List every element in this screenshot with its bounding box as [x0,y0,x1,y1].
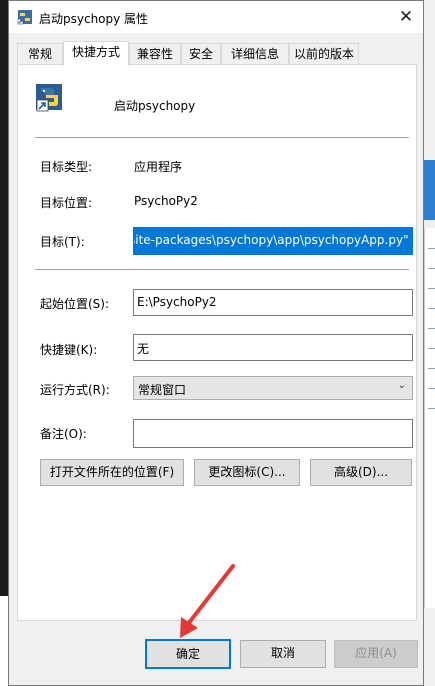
python-icon [36,84,62,112]
background-window-left [0,596,8,686]
comment-label: 备注(O): [40,427,87,441]
title-bar: 启动psychopy 属性 ✕ [9,1,423,33]
hotkey-label: 快捷键(K): [40,343,98,357]
close-icon: ✕ [398,7,414,27]
background-document-edge [424,228,435,608]
cancel-button[interactable]: 取消 [240,640,326,668]
run-label: 运行方式(R): [40,383,110,397]
open-file-location-button[interactable]: 打开文件所在的位置(F) [40,459,184,486]
shortcut-name: 启动psychopy [114,99,196,113]
ok-button[interactable]: 确定 [145,639,231,669]
comment-input[interactable] [133,419,413,448]
tab-previous-versions[interactable]: 以前的版本 [289,43,359,65]
target-type-value: 应用程序 [134,160,183,174]
target-label: 目标(T): [40,235,85,249]
tab-security[interactable]: 安全 [181,43,221,65]
separator [35,269,409,270]
target-location-label: 目标位置: [40,196,93,210]
change-icon-button[interactable]: 更改图标(C)... [194,459,300,486]
shortcut-app-icon [17,10,32,25]
target-input[interactable]: site-packages\psychopy\app\psychopyApp.p… [133,227,413,255]
chevron-down-icon: ⌄ [397,380,406,391]
run-mode-select[interactable]: 常规窗口 ⌄ [133,376,413,400]
tab-compatibility[interactable]: 兼容性 [129,43,181,65]
tab-details[interactable]: 详细信息 [221,43,289,65]
target-location-value: PsychoPy2 [134,194,198,208]
tab-general[interactable]: 常规 [17,43,63,65]
start-in-input[interactable]: E:\PsychoPy2 [133,289,413,316]
shortcut-tab-panel: 启动psychopy 目标类型: 应用程序 目标位置: PsychoPy2 目标… [17,64,417,621]
tab-shortcut[interactable]: 快捷方式 [63,41,129,66]
run-mode-value: 常规窗口 [138,383,187,397]
advanced-button[interactable]: 高级(D)... [310,459,412,486]
target-type-label: 目标类型: [40,160,93,174]
hotkey-input[interactable]: 无 [133,334,413,361]
separator [35,137,409,138]
close-button[interactable]: ✕ [389,1,423,33]
start-in-label: 起始位置(S): [40,297,110,311]
properties-dialog: 启动psychopy 属性 ✕ 常规 快捷方式 兼容性 安全 详细信息 以前的版… [8,0,424,686]
target-input-text: site-packages\psychopy\app\psychopyApp.p… [133,233,409,247]
window-title: 启动psychopy 属性 [39,12,149,26]
apply-button[interactable]: 应用(A) [334,640,418,668]
